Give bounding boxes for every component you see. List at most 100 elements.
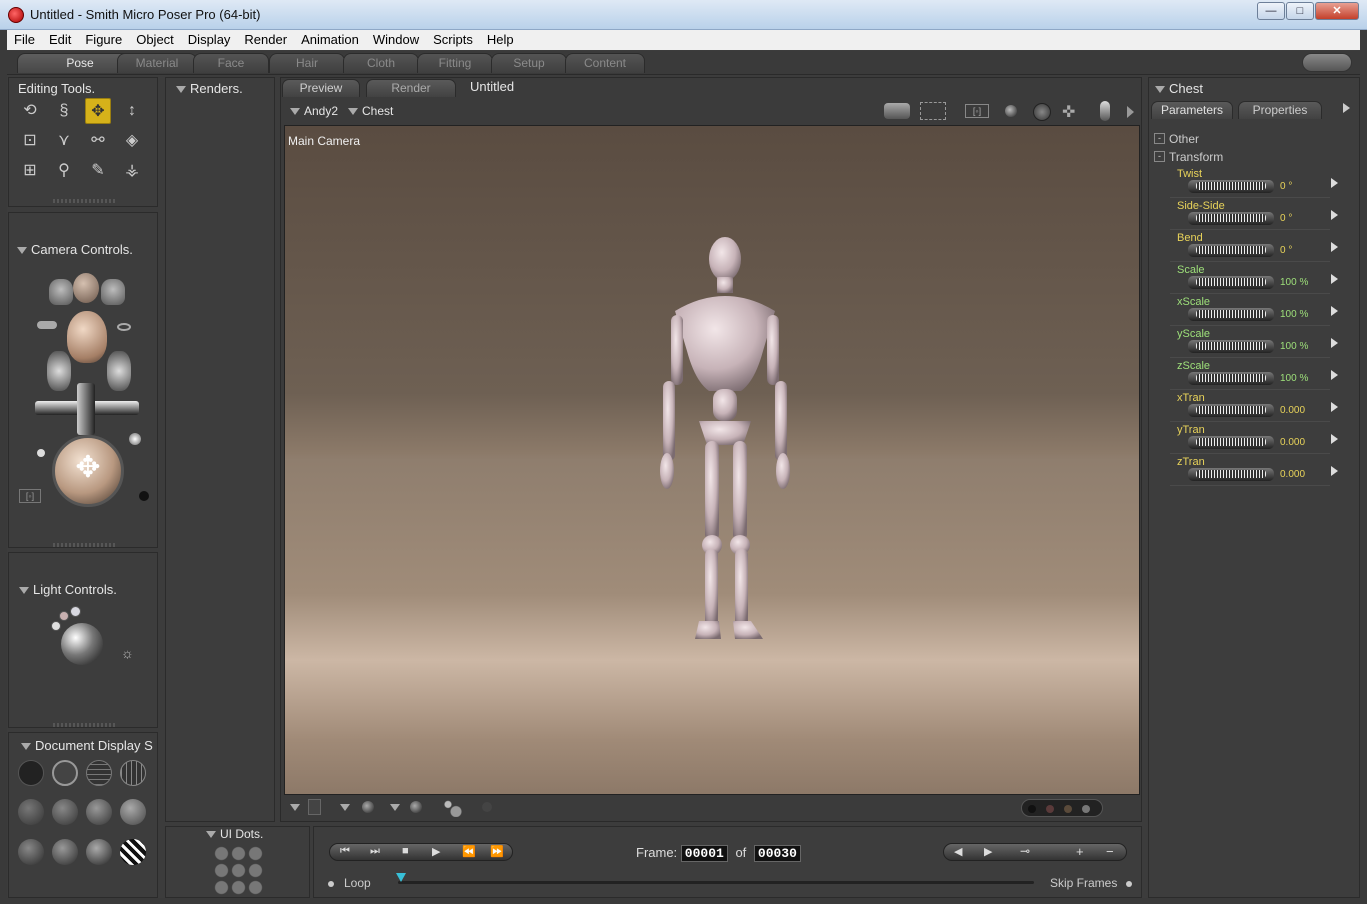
tab-hair[interactable]: Hair [269,53,345,73]
current-frame-field[interactable]: 00001 [680,845,728,862]
view-magnifier-icon[interactable]: ⚲ [51,158,77,184]
face-camera-icon[interactable] [73,273,99,303]
figure-menu-icon[interactable] [290,108,300,116]
collapse-triangle-icon[interactable] [176,86,186,94]
shaded-style-icon[interactable] [18,839,44,865]
menu-object[interactable]: Object [129,30,181,49]
ui-dots-grid[interactable] [213,845,265,897]
loop-toggle[interactable] [328,881,334,887]
param-ytran-dial[interactable] [1188,436,1274,449]
param-scale-menu-arrow-icon[interactable] [1331,274,1338,284]
light-indicator-icon[interactable] [70,606,81,617]
timeline-scrubber[interactable] [398,881,1034,884]
morphing-tool-icon[interactable]: ✎ [85,158,111,184]
move-view-icon[interactable]: ✜ [1062,102,1075,122]
tab-cloth[interactable]: Cloth [343,53,419,73]
figure-andy2[interactable] [645,231,805,651]
sphere-icon[interactable] [1005,105,1017,117]
layout-dot[interactable] [1028,805,1036,813]
param-xtran-dial[interactable] [1188,404,1274,417]
delete-key-button[interactable]: − [1106,844,1114,859]
param-ztran-menu-arrow-icon[interactable] [1331,466,1338,476]
collapse-triangle-icon[interactable] [21,743,31,751]
menu-render[interactable]: Render [237,30,294,49]
menu-window[interactable]: Window [366,30,426,49]
scale-camera-right-icon[interactable] [107,351,131,391]
total-frames-field[interactable]: 00030 [753,845,801,862]
tab-parameters[interactable]: Parameters [1151,101,1233,119]
ground-menu-icon[interactable] [290,804,300,811]
go-to-end-button[interactable]: ⏭ [370,845,380,858]
chain-break-icon[interactable]: ⚯ [85,128,111,154]
flat-shaded-style-icon[interactable] [52,799,78,825]
cartoon-style-icon[interactable] [120,799,146,825]
poser-logo[interactable] [1302,53,1352,72]
hidden-line-style-icon[interactable] [120,760,146,786]
step-forward-button[interactable]: ⏩ [490,845,504,858]
previous-key-button[interactable]: ◀ [954,845,962,858]
light-indicator-icon[interactable] [59,611,69,621]
menu-display[interactable]: Display [181,30,238,49]
tab-preview[interactable]: Preview [282,79,360,97]
view-options-arrow-icon[interactable] [1127,106,1134,118]
panel-grip[interactable] [53,543,117,547]
flat-lined-style-icon[interactable] [86,799,112,825]
param-twist-value[interactable]: 0 ° [1280,181,1292,192]
param-scale-value[interactable]: 100 % [1280,277,1308,288]
param-xtran-menu-arrow-icon[interactable] [1331,402,1338,412]
other-group-toggle[interactable]: - [1154,133,1165,144]
close-button[interactable]: ✕ [1315,2,1359,20]
layout-dot[interactable] [1046,805,1054,813]
layout-selector[interactable] [1021,799,1103,817]
param-twist-dial[interactable] [1188,180,1274,193]
smooth-lined-style-icon[interactable] [86,839,112,865]
menu-file[interactable]: File [7,30,42,49]
foreground-color-icon[interactable] [410,801,422,813]
tab-setup[interactable]: Setup [491,53,567,73]
light-sphere[interactable] [61,623,103,665]
shadow-color-icon[interactable] [362,801,374,813]
param-ytran-menu-arrow-icon[interactable] [1331,434,1338,444]
param-xscale-menu-arrow-icon[interactable] [1331,306,1338,316]
trackball-vertical-icon[interactable] [77,383,95,435]
param-side-side-menu-arrow-icon[interactable] [1331,210,1338,220]
param-yscale-value[interactable]: 100 % [1280,341,1308,352]
param-ztran-dial[interactable] [1188,468,1274,481]
tab-render[interactable]: Render [366,79,456,97]
parameters-menu-arrow-icon[interactable] [1343,103,1350,113]
param-side-side-value[interactable]: 0 ° [1280,213,1292,224]
camera-dot-icon[interactable] [37,449,45,457]
rotate-icon[interactable]: ⟲ [17,98,43,124]
param-zscale-menu-arrow-icon[interactable] [1331,370,1338,380]
timeline-playhead[interactable] [396,873,406,882]
menu-edit[interactable]: Edit [42,30,78,49]
3d-viewport[interactable]: Main Camera [284,125,1140,795]
minimize-button[interactable]: — [1257,2,1285,20]
panel-grip[interactable] [53,199,117,203]
actor-selector[interactable]: Chest [362,104,393,118]
param-zscale-value[interactable]: 100 % [1280,373,1308,384]
menu-help[interactable]: Help [480,30,521,49]
camera-icon[interactable] [884,103,910,119]
scale-camera-left-icon[interactable] [47,351,71,391]
menu-scripts[interactable]: Scripts [426,30,480,49]
tracking-icon[interactable] [482,802,492,812]
transform-group-toggle[interactable]: - [1154,151,1165,162]
menu-animation[interactable]: Animation [294,30,366,49]
layout-dot[interactable] [1082,805,1090,813]
lit-wireframe-style-icon[interactable] [18,799,44,825]
tab-fitting[interactable]: Fitting [417,53,493,73]
grouping-icon[interactable]: ⊞ [17,158,43,184]
camera-animate-icon[interactable] [139,491,149,501]
head-camera-icon[interactable] [67,311,107,363]
outline-style-icon[interactable] [52,760,78,786]
actor-menu-icon[interactable] [348,108,358,116]
move-camera-icon[interactable] [37,321,57,329]
add-key-button[interactable]: + [1076,844,1084,859]
orbit-camera-icon[interactable] [117,323,131,331]
light-properties-icon[interactable]: ☼ [121,645,134,661]
depth-cue-icon[interactable] [442,799,462,817]
frame-camera-icon[interactable]: [◦] [965,104,989,118]
light-indicator-icon[interactable] [51,621,61,631]
collapse-triangle-icon[interactable] [17,247,27,255]
